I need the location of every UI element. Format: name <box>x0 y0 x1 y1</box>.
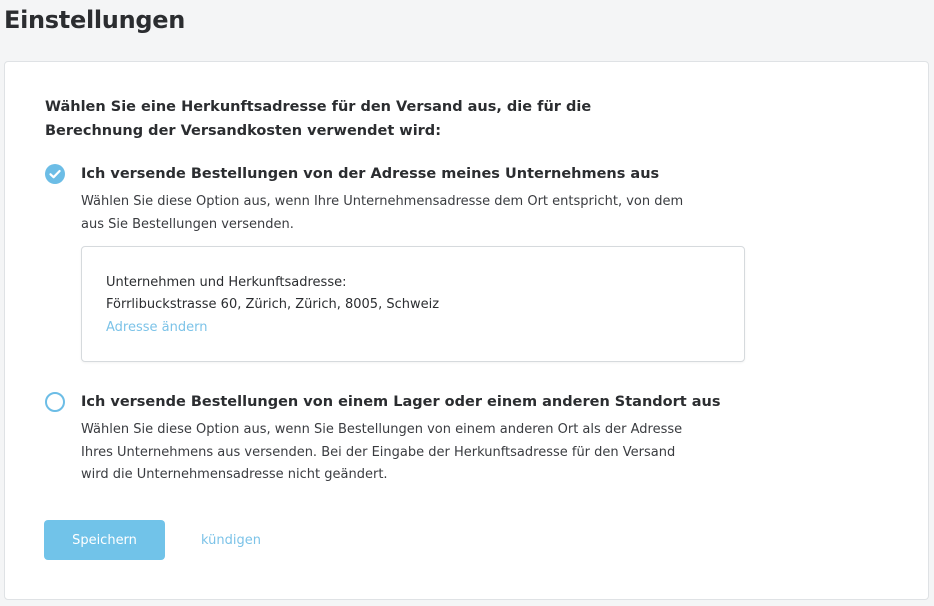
radio-warehouse-unchecked-icon[interactable] <box>45 392 65 412</box>
option-warehouse-description: Wählen Sie diese Option aus, wenn Sie Be… <box>81 422 683 482</box>
address-label: Unternehmen und Herkunftsadresse: <box>106 275 347 290</box>
address-box: Unternehmen und Herkunftsadresse: Förrli… <box>81 246 745 362</box>
radio-company-address-checked-icon[interactable] <box>45 164 65 184</box>
intro-text: Wählen Sie eine Herkunftsadresse für den… <box>45 99 592 139</box>
page-title: Einstellungen <box>4 6 186 34</box>
change-address-link[interactable]: Adresse ändern <box>106 320 207 335</box>
option-company-address-description: Wählen Sie diese Option aus, wenn Ihre U… <box>81 194 684 232</box>
settings-card: Wählen Sie eine Herkunftsadresse für den… <box>4 61 929 600</box>
option-company-address-title[interactable]: Ich versende Bestellungen von der Adress… <box>81 166 659 182</box>
option-warehouse-title[interactable]: Ich versende Bestellungen von einem Lage… <box>81 394 721 410</box>
cancel-link[interactable]: kündigen <box>201 533 261 548</box>
save-button[interactable]: Speichern <box>44 520 165 560</box>
address-value: Förrlibuckstrasse 60, Zürich, Zürich, 80… <box>106 297 440 312</box>
